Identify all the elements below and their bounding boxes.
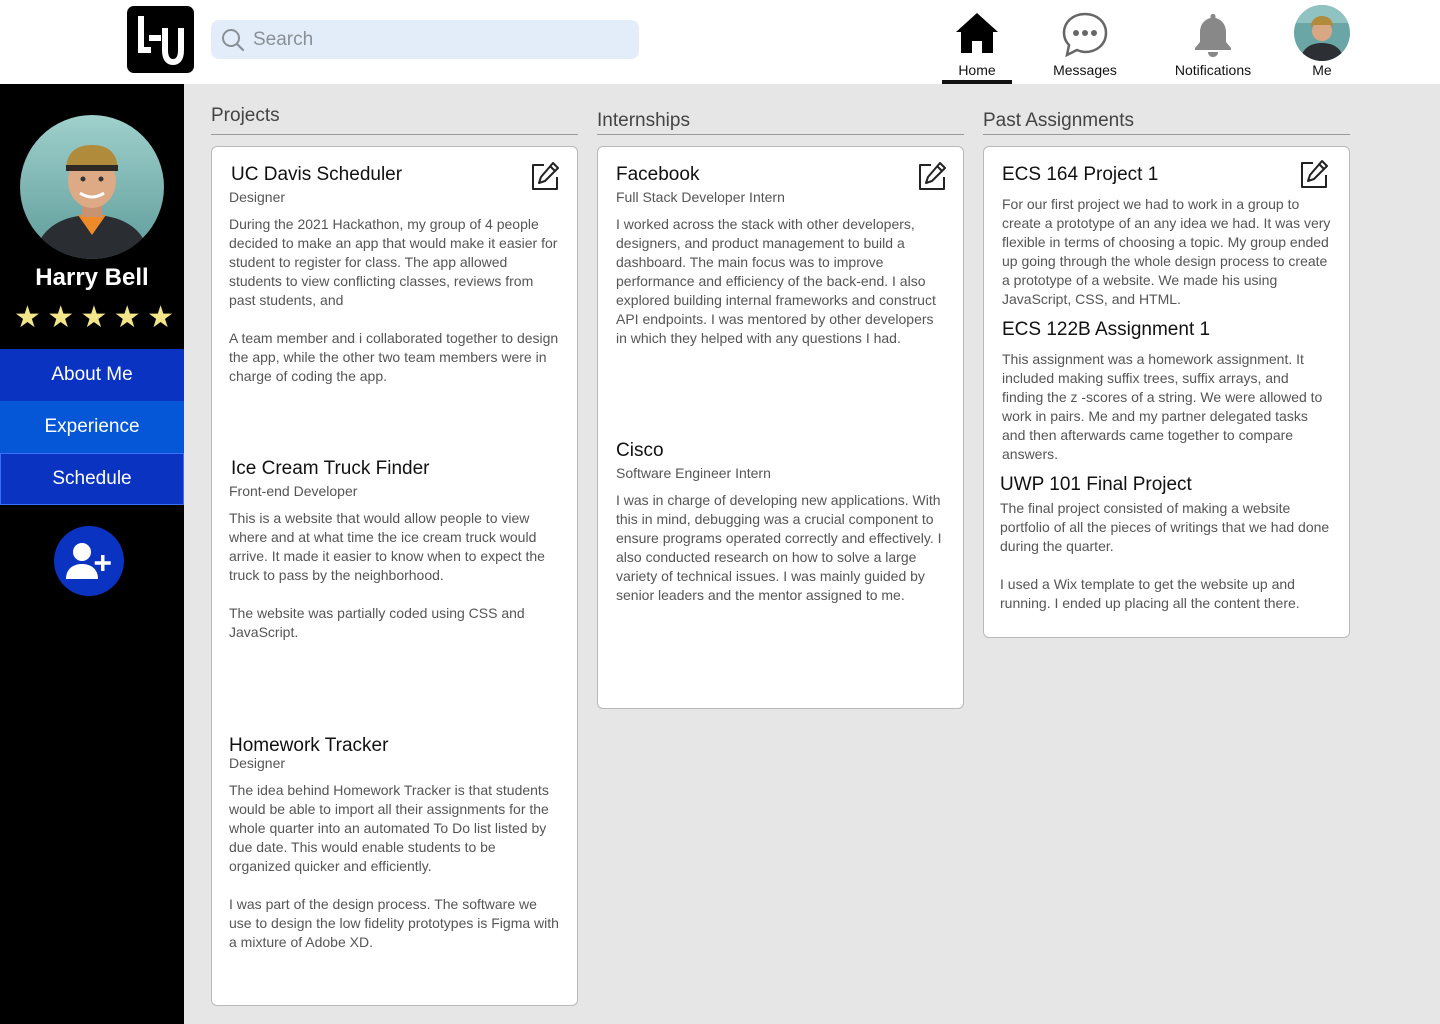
edit-icon[interactable] <box>529 160 561 192</box>
past-assignments-heading: Past Assignments <box>983 110 1135 131</box>
assignment-title: ECS 164 Project 1 <box>1002 164 1159 185</box>
user-name: Harry Bell <box>35 264 149 291</box>
nav-messages[interactable]: Messages <box>1050 10 1120 84</box>
projects-heading: Projects <box>211 105 280 126</box>
star-icon: ★ <box>80 301 108 334</box>
top-bar: Home Messages Notifications Me <box>0 0 1440 84</box>
project-description: The idea behind Homework Tracker is that… <box>229 781 559 952</box>
project-paragraph: The idea behind Homework Tracker is that… <box>229 782 549 874</box>
internship-paragraph: I worked across the stack with other dev… <box>616 216 936 346</box>
star-icon: ★ <box>47 301 75 334</box>
bell-icon <box>1195 14 1231 57</box>
nav-messages-label: Messages <box>1053 62 1117 78</box>
nav-me-label: Me <box>1312 62 1332 78</box>
rating-stars: ★ ★ ★ ★ ★ <box>14 302 174 334</box>
app-logo[interactable] <box>127 6 194 73</box>
internships-card: Facebook Full Stack Developer Intern I w… <box>597 146 964 709</box>
internships-heading: Internships <box>597 110 690 131</box>
assignment-description: This assignment was a homework assignmen… <box>1002 350 1332 464</box>
search-icon <box>222 28 245 51</box>
project-title: Ice Cream Truck Finder <box>231 458 430 479</box>
about-me-label: About Me <box>51 364 133 385</box>
project-paragraph: The website was partially coded using CS… <box>229 605 525 640</box>
nav-me[interactable]: Me <box>1292 5 1352 84</box>
assignment-paragraph: The final project consisted of making a … <box>1000 500 1330 554</box>
projects-card: UC Davis Scheduler Designer During the 2… <box>211 146 578 1006</box>
project-paragraph: This is a website that would allow peopl… <box>229 510 545 583</box>
internship-description: I was in charge of developing new applic… <box>616 491 946 605</box>
about-me-button[interactable]: About Me <box>0 349 184 401</box>
profile-avatar <box>20 115 164 259</box>
assignment-description: For our first project we had to work in … <box>1002 195 1332 309</box>
project-role: Designer <box>229 189 286 205</box>
chat-bubble-icon <box>1062 12 1108 58</box>
experience-button[interactable]: Experience <box>0 401 184 453</box>
avatar <box>1294 5 1350 61</box>
project-role: Designer <box>229 755 286 771</box>
internship-company: Facebook <box>616 164 700 185</box>
project-description: This is a website that would allow peopl… <box>229 509 559 642</box>
projects-divider <box>211 134 578 135</box>
edit-icon[interactable] <box>1298 158 1330 190</box>
internship-role: Full Stack Developer Intern <box>616 189 785 205</box>
internships-divider <box>597 134 964 135</box>
schedule-button[interactable]: Schedule <box>0 453 184 505</box>
nav-notifications[interactable]: Notifications <box>1168 10 1258 84</box>
internship-paragraph: I was in charge of developing new applic… <box>616 492 942 603</box>
star-icon: ★ <box>14 301 41 334</box>
profile-photo-icon <box>20 115 164 259</box>
past-assignments-card: ECS 164 Project 1 For our first project … <box>983 146 1350 638</box>
nav-home-label: Home <box>958 62 996 78</box>
nav-home[interactable]: Home <box>942 10 1012 84</box>
project-paragraph: I was part of the design process. The so… <box>229 896 559 950</box>
logo-mark <box>138 16 184 66</box>
assignment-paragraph: This assignment was a homework assignmen… <box>1002 351 1323 462</box>
search-input[interactable] <box>253 28 613 51</box>
home-icon <box>956 13 998 53</box>
user-plus-icon <box>66 543 111 579</box>
edit-icon[interactable] <box>916 160 948 192</box>
active-nav-indicator <box>942 80 1012 84</box>
internship-description: I worked across the stack with other dev… <box>616 215 946 348</box>
star-icon: ★ <box>113 301 141 334</box>
assignment-title: UWP 101 Final Project <box>1000 474 1192 495</box>
search-bar[interactable] <box>211 20 639 59</box>
past-assignments-divider <box>983 134 1350 135</box>
sidebar: Harry Bell ★ ★ ★ ★ ★ About Me Experience… <box>0 84 184 1024</box>
add-connection-button[interactable] <box>54 526 124 596</box>
project-paragraph: A team member and i collaborated togethe… <box>229 330 559 384</box>
star-icon: ★ <box>147 301 174 334</box>
project-title: UC Davis Scheduler <box>231 164 403 185</box>
nav-notifications-label: Notifications <box>1174 62 1252 78</box>
schedule-label: Schedule <box>52 468 132 489</box>
internship-role: Software Engineer Intern <box>616 465 771 481</box>
project-title: Homework Tracker <box>229 735 389 756</box>
assignment-paragraph: I used a Wix template to get the website… <box>1000 576 1300 611</box>
assignment-title: ECS 122B Assignment 1 <box>1002 319 1211 340</box>
assignment-description: The final project consisted of making a … <box>1000 499 1330 613</box>
profile-photo-icon <box>1294 5 1350 61</box>
internship-company: Cisco <box>616 440 664 461</box>
project-role: Front-end Developer <box>229 483 358 499</box>
assignment-paragraph: For our first project we had to work in … <box>1002 196 1331 307</box>
experience-label: Experience <box>44 416 140 437</box>
project-paragraph: During the 2021 Hackathon, my group of 4… <box>229 216 558 308</box>
project-description: During the 2021 Hackathon, my group of 4… <box>229 215 559 386</box>
